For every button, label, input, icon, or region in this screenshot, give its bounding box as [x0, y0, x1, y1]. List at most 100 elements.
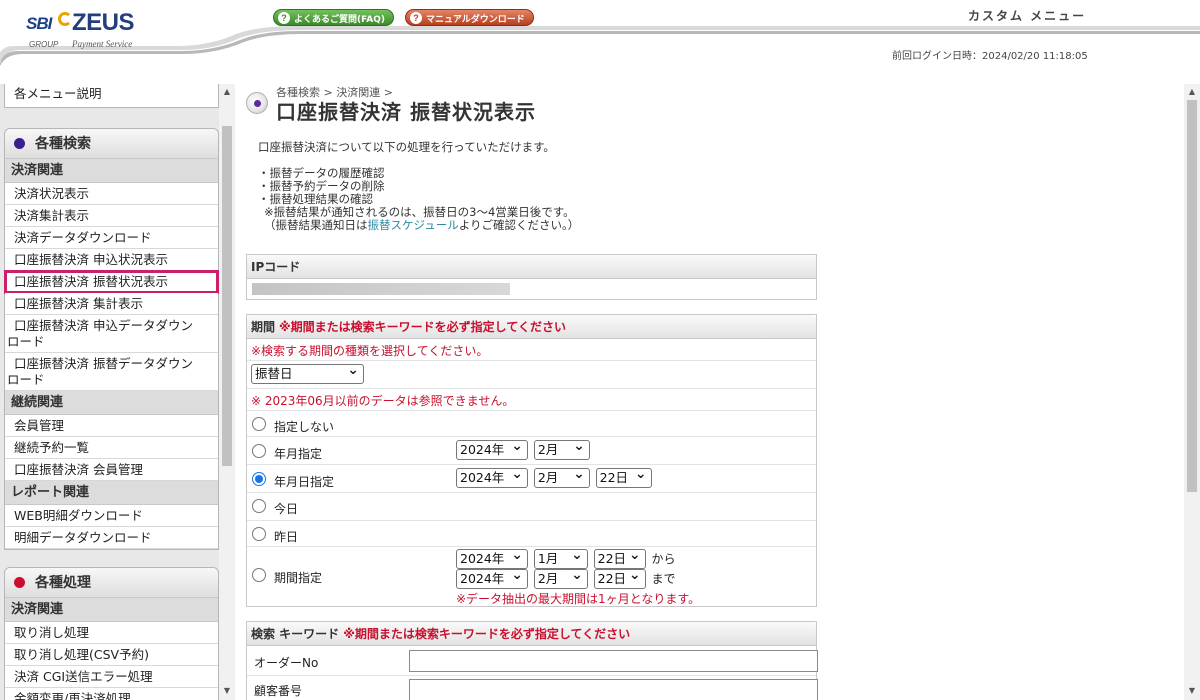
ip-code-label: IPコード	[251, 260, 301, 274]
range-to-month-select[interactable]: 2月	[533, 566, 588, 589]
customer-no-input[interactable]	[409, 679, 818, 700]
intro-note2-suffix: よりご確認ください。）	[458, 218, 580, 232]
sidebar-item-label: 口座振替決済 申込データダウン	[14, 318, 193, 333]
data-limit-row: ※ 2023年06月以前のデータは参照できません。	[247, 389, 816, 411]
customer-no-row: 顧客番号	[247, 676, 818, 700]
custom-menu-link[interactable]: カスタム メニュー	[968, 7, 1086, 24]
manual-download-button[interactable]: ? マニュアルダウンロード	[405, 9, 534, 26]
sidebar-item-account-transfer-application-status[interactable]: 口座振替決済 申込状況表示	[5, 249, 218, 271]
radio-year-month-day[interactable]	[252, 472, 266, 486]
sidebar-item-label-line2: ロード	[7, 372, 45, 387]
data-limit-note: ※ 2023年06月以前のデータは参照できません。	[251, 394, 515, 408]
sidebar-item-subscription-list[interactable]: 継続予約一覧	[5, 437, 218, 459]
period-required-note: ※期間または検索キーワードを必ず指定してください	[279, 320, 566, 334]
radio-year-month[interactable]	[252, 444, 266, 458]
keyword-header: 検索 キーワード ※期間または検索キーワードを必ず指定してください	[247, 622, 816, 646]
sidebar-item-statement-data-download[interactable]: 明細データダウンロード	[5, 527, 218, 549]
scroll-down-icon[interactable]: ▼	[219, 686, 235, 695]
sidebar-category-subscription: 継続関連	[5, 391, 218, 415]
question-icon: ?	[278, 12, 290, 24]
sidebar-item-cancel-csv[interactable]: 取り消し処理(CSV予約)	[5, 644, 218, 666]
ip-code-header: IPコード	[247, 255, 816, 279]
sidebar-item-account-transfer-summary[interactable]: 口座振替決済 集計表示	[5, 293, 218, 315]
period-select-prompt: ※検索する期間の種類を選択してください。	[251, 344, 489, 358]
sidebar-category-payment-process: 決済関連	[5, 598, 218, 622]
red-dot-icon	[14, 577, 25, 588]
process-panel: 各種処理 決済関連 取り消し処理 取り消し処理(CSV予約) 決済 CGI送信エ…	[4, 567, 219, 700]
customer-no-label: 顧客番号	[254, 684, 303, 698]
option-year-month-row: 年月指定 2024年 2月	[247, 437, 816, 465]
keyword-box: 検索 キーワード ※期間または検索キーワードを必ず指定してください オーダーNo …	[246, 621, 818, 700]
max-period-note: ※データ抽出の最大期間は1ヶ月となります。	[456, 592, 701, 606]
sidebar-item-label: 口座振替決済 振替データダウン	[14, 356, 193, 371]
sidebar-item-amount-change[interactable]: 金額変更/再決済処理	[5, 688, 218, 700]
main-scroll-thumb[interactable]	[1187, 100, 1197, 492]
sidebar-item-account-transfer-data-download[interactable]: 口座振替決済 振替データダウン ロード	[5, 353, 218, 391]
radio-range[interactable]	[252, 568, 266, 582]
keyword-label: 検索 キーワード	[251, 627, 340, 641]
ip-code-value-row	[247, 279, 816, 299]
period-header: 期間 ※期間または検索キーワードを必ず指定してください	[247, 315, 816, 339]
sidebar-scrollbar[interactable]: ▲ ▼	[219, 84, 235, 700]
radio-today-label: 今日	[274, 502, 299, 516]
search-panel-title: 各種検索	[5, 129, 218, 159]
sidebar-item-cancel[interactable]: 取り消し処理	[5, 622, 218, 644]
sidebar-item-payment-data-download[interactable]: 決済データダウンロード	[5, 227, 218, 249]
radio-none[interactable]	[252, 417, 266, 431]
menu-description-panel: 各メニュー説明	[4, 84, 219, 108]
keyword-required-note: ※期間または検索キーワードを必ず指定してください	[343, 627, 631, 641]
radio-none-label: 指定しない	[274, 420, 335, 434]
sidebar-item-account-transfer-status[interactable]: 口座振替決済 振替状況表示	[4, 270, 219, 294]
option-today-row: 今日	[247, 493, 816, 521]
order-no-row: オーダーNo	[247, 646, 818, 676]
ym-year-select[interactable]: 2024年	[456, 437, 528, 460]
sidebar-item-account-transfer-application-download[interactable]: 口座振替決済 申込データダウン ロード	[5, 315, 218, 353]
period-label: 期間	[251, 320, 276, 334]
sidebar-item-cgi-error[interactable]: 決済 CGI送信エラー処理	[5, 666, 218, 688]
order-no-input[interactable]	[409, 650, 818, 672]
main-scrollbar[interactable]: ▲ ▼	[1184, 84, 1200, 700]
scroll-up-icon[interactable]: ▲	[219, 87, 235, 96]
period-type-row: 振替日	[247, 361, 816, 389]
option-year-month-day-row: 年月日指定 2024年 2月 22日	[247, 465, 816, 493]
last-login-text: 前回ログイン日時：2024/02/20 11:18:05	[892, 51, 1088, 62]
sidebar-category-report: レポート関連	[5, 481, 218, 505]
sidebar-item-menu-description[interactable]: 各メニュー説明	[5, 84, 218, 107]
ymd-day-select[interactable]: 22日	[595, 465, 652, 488]
zeus-logo: ZEUS	[72, 9, 135, 36]
title-bullet-icon	[246, 92, 268, 114]
radio-year-month-label: 年月指定	[274, 447, 323, 461]
ip-code-box: IPコード	[246, 254, 817, 300]
sidebar-item-label-line2: ロード	[7, 334, 45, 349]
radio-yesterday[interactable]	[252, 527, 266, 541]
period-type-select[interactable]: 振替日	[251, 361, 364, 384]
option-yesterday-row: 昨日	[247, 521, 816, 547]
option-none-row: 指定しない	[247, 411, 816, 437]
range-to-suffix: まで	[651, 571, 676, 586]
main-content: 各種検索 > 決済関連 > 口座振替決済 振替状況表示 口座振替決済について以下…	[235, 84, 1184, 700]
sidebar-item-payment-status[interactable]: 決済状況表示	[5, 183, 218, 205]
sidebar-item-member-management[interactable]: 会員管理	[5, 415, 218, 437]
logo-payment-service-text: Payment Service	[72, 39, 133, 49]
period-prompt-row: ※検索する期間の種類を選択してください。	[247, 339, 816, 361]
sidebar-item-account-transfer-member-management[interactable]: 口座振替決済 会員管理	[5, 459, 218, 481]
process-panel-title-text: 各種処理	[35, 575, 91, 591]
ymd-year-select[interactable]: 2024年	[456, 465, 528, 488]
sidebar-scroll-thumb[interactable]	[222, 126, 232, 466]
question-icon: ?	[410, 12, 422, 24]
transfer-schedule-link[interactable]: 振替スケジュール	[368, 218, 459, 232]
intro-line: 口座振替決済について以下の処理を行っていただけます。	[258, 140, 555, 154]
purple-dot-icon	[14, 138, 25, 149]
faq-button[interactable]: ? よくあるご質問(FAQ)	[273, 9, 394, 26]
ym-month-select[interactable]: 2月	[533, 437, 590, 460]
sidebar-item-web-statement-download[interactable]: WEB明細ダウンロード	[5, 505, 218, 527]
scroll-down-icon[interactable]: ▼	[1184, 686, 1200, 695]
sidebar-item-payment-summary[interactable]: 決済集計表示	[5, 205, 218, 227]
page-title: 口座振替決済 振替状況表示	[276, 100, 536, 124]
range-to-year-select[interactable]: 2024年	[456, 566, 528, 589]
range-to-day-select[interactable]: 22日	[593, 566, 646, 589]
radio-today[interactable]	[252, 499, 266, 513]
ymd-month-select[interactable]: 2月	[533, 465, 590, 488]
scroll-up-icon[interactable]: ▲	[1184, 87, 1200, 96]
logo-group-text: GROUP	[29, 40, 59, 49]
